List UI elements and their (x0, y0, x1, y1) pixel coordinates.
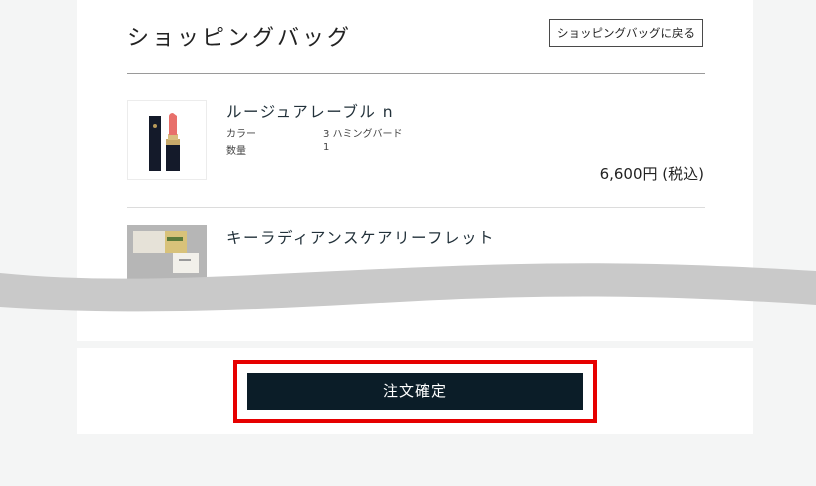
color-label: カラー (226, 129, 256, 140)
item-name[interactable]: キーラディアンスケアリーフレット (226, 226, 495, 248)
divider (127, 73, 705, 74)
quantity-value: 1 (323, 142, 330, 153)
item-name[interactable]: ルージュアレーブル n (226, 100, 394, 122)
item-price: 6,600円 (税込) (599, 165, 704, 183)
confirm-order-button[interactable]: 注文確定 (247, 373, 583, 410)
back-to-bag-button[interactable]: ショッピングバッグに戻る (549, 19, 703, 47)
quantity-label: 数量 (226, 146, 246, 157)
order-footer-panel: 注文確定 (77, 348, 753, 434)
color-value: 3 ハミングバード (323, 129, 403, 140)
lipstick-image (127, 100, 207, 180)
divider (127, 207, 705, 208)
content-break-wave (0, 263, 816, 312)
page-title: ショッピングバッグ (127, 26, 353, 51)
